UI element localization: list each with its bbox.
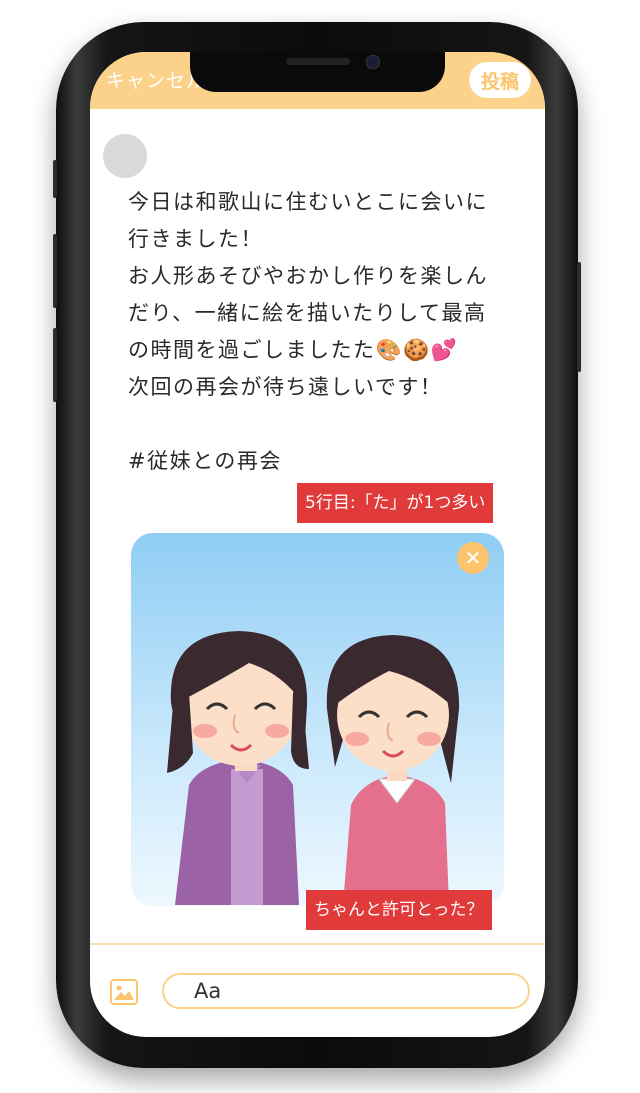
- typo-annotation: 5行目:「た」が1つ多い: [297, 483, 494, 523]
- volume-up-button: [53, 234, 57, 308]
- earpiece-speaker: [286, 58, 350, 65]
- notch: [190, 52, 445, 92]
- phone-screen: キャンセル 投稿 今日は和歌山に住むいとこに会いに 行きました！ お人形あそびや…: [90, 52, 545, 1037]
- mute-switch: [53, 160, 57, 198]
- remove-photo-button[interactable]: ✕: [457, 542, 489, 574]
- cousins-illustration: [167, 631, 460, 905]
- post-text[interactable]: 今日は和歌山に住むいとこに会いに 行きました！ お人形あそびやおかし作りを楽しん…: [128, 184, 533, 480]
- permission-annotation: ちゃんと許可とった？: [306, 890, 492, 930]
- right-woman-figure: [326, 635, 460, 905]
- image-icon: [114, 985, 134, 1000]
- left-woman-figure: [167, 631, 309, 905]
- message-input[interactable]: Aa: [162, 973, 530, 1009]
- post-button[interactable]: 投稿: [469, 62, 531, 98]
- attach-image-button[interactable]: [110, 979, 138, 1005]
- volume-down-button: [53, 328, 57, 402]
- front-camera: [366, 55, 380, 69]
- composer-divider: [90, 943, 545, 945]
- power-button: [577, 262, 581, 372]
- avatar[interactable]: [103, 134, 147, 178]
- attached-photo: [131, 533, 504, 906]
- close-icon: ✕: [464, 546, 482, 570]
